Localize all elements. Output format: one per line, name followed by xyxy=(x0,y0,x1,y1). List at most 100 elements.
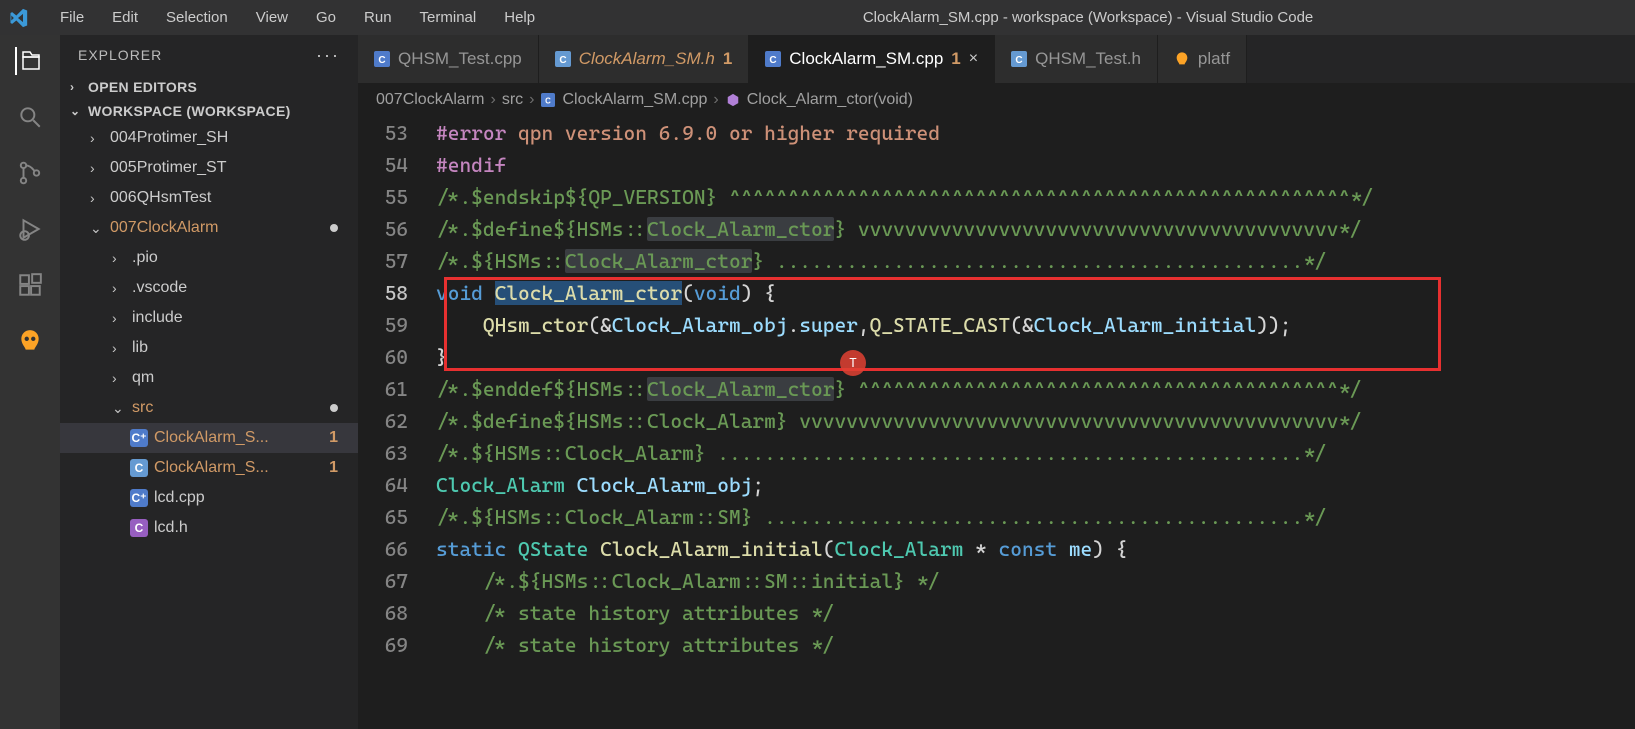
pio-file-icon xyxy=(1174,51,1190,67)
file-item[interactable]: CClockAlarm_S...1 xyxy=(60,453,358,483)
code-line[interactable]: 69 /* state history attributes */ xyxy=(358,629,1635,661)
folder-.pio[interactable]: ›.pio xyxy=(60,243,358,273)
sidebar-title: EXPLORER xyxy=(78,47,162,63)
menu-terminal[interactable]: Terminal xyxy=(406,4,491,31)
code-text[interactable]: /*.$define${HSMs::Clock_Alarm_ctor} vvvv… xyxy=(436,213,1635,245)
folder-005Protimer_ST[interactable]: ›005Protimer_ST xyxy=(60,153,358,183)
code-text[interactable]: /*.$define${HSMs::Clock_Alarm} vvvvvvvvv… xyxy=(436,405,1635,437)
tab-label: ClockAlarm_SM.cpp xyxy=(789,49,943,69)
chevron-right-icon: › xyxy=(112,280,128,296)
h-file-icon: C xyxy=(130,519,148,537)
search-icon[interactable] xyxy=(16,103,44,131)
code-text[interactable]: /*.${HSMs::Clock_Alarm::SM} ............… xyxy=(436,501,1635,533)
folder-qm[interactable]: ›qm xyxy=(60,363,358,393)
close-tab-icon[interactable]: × xyxy=(969,50,978,68)
code-line[interactable]: 62/*.$define${HSMs::Clock_Alarm} vvvvvvv… xyxy=(358,405,1635,437)
workspace-section[interactable]: ⌄ WORKSPACE (WORKSPACE) xyxy=(60,99,358,123)
folder-lib[interactable]: ›lib xyxy=(60,333,358,363)
sidebar-explorer: EXPLORER ··· › OPEN EDITORS ⌄ WORKSPACE … xyxy=(60,35,358,729)
activity-bar xyxy=(0,35,60,729)
code-text[interactable]: /* state history attributes */ xyxy=(436,597,1635,629)
chevron-right-icon: › xyxy=(112,310,128,326)
svg-text:C: C xyxy=(1015,55,1022,66)
editor-tabs: CQHSM_Test.cppCClockAlarm_SM.h1CClockAla… xyxy=(358,35,1635,83)
line-number: 62 xyxy=(358,405,436,437)
tab-clockalarm_sm-h[interactable]: CClockAlarm_SM.h1 xyxy=(539,35,750,83)
tab-qhsm_test-h[interactable]: C QHSM_Test.h xyxy=(995,35,1158,83)
code-line[interactable]: 57/*.${HSMs::Clock_Alarm_ctor} .........… xyxy=(358,245,1635,277)
code-line[interactable]: 61/*.$enddef${HSMs::Clock_Alarm_ctor} ^^… xyxy=(358,373,1635,405)
code-line[interactable]: 65/*.${HSMs::Clock_Alarm::SM} ..........… xyxy=(358,501,1635,533)
menu-edit[interactable]: Edit xyxy=(98,4,152,31)
code-line[interactable]: 63/*.${HSMs::Clock_Alarm} ..............… xyxy=(358,437,1635,469)
line-number: 67 xyxy=(358,565,436,597)
breadcrumb-item[interactable]: ClockAlarm_SM.cpp xyxy=(562,91,707,109)
code-text[interactable]: #endif xyxy=(436,149,1635,181)
folder-src[interactable]: ⌄src xyxy=(60,393,358,423)
folder-007ClockAlarm[interactable]: ⌄007ClockAlarm xyxy=(60,213,358,243)
more-actions-icon[interactable]: ··· xyxy=(316,45,340,66)
code-text[interactable]: /*.${HSMs::Clock_Alarm::SM::initial} */ xyxy=(436,565,1635,597)
explorer-icon[interactable] xyxy=(15,47,43,75)
folder-004Protimer_SH[interactable]: ›004Protimer_SH xyxy=(60,123,358,153)
tree-label: lib xyxy=(132,339,358,357)
code-editor[interactable]: T 53#error qpn version 6.9.0 or higher r… xyxy=(358,117,1635,729)
tab-label: QHSM_Test.h xyxy=(1035,49,1141,69)
code-text[interactable]: /*.${HSMs::Clock_Alarm} ................… xyxy=(436,437,1635,469)
menu-selection[interactable]: Selection xyxy=(152,4,242,31)
code-text[interactable]: void Clock_Alarm_ctor(void) { xyxy=(436,277,1635,309)
breadcrumb-item[interactable]: 007ClockAlarm xyxy=(376,91,484,109)
menu-go[interactable]: Go xyxy=(302,4,350,31)
code-line[interactable]: 64Clock_Alarm Clock_Alarm_obj; xyxy=(358,469,1635,501)
code-line[interactable]: 67 /*.${HSMs::Clock_Alarm::SM::initial} … xyxy=(358,565,1635,597)
code-text[interactable]: Clock_Alarm Clock_Alarm_obj; xyxy=(436,469,1635,501)
menu-file[interactable]: File xyxy=(46,4,98,31)
code-line[interactable]: 59 QHsm_ctor(&Clock_Alarm_obj.super,Q_ST… xyxy=(358,309,1635,341)
code-text[interactable]: } xyxy=(436,341,1635,373)
line-number: 60 xyxy=(358,341,436,373)
svg-text:C: C xyxy=(559,55,566,66)
breadcrumbs[interactable]: 007ClockAlarm › src › C ClockAlarm_SM.cp… xyxy=(358,83,1635,117)
code-line[interactable]: 56/*.$define${HSMs::Clock_Alarm_ctor} vv… xyxy=(358,213,1635,245)
chevron-down-icon: ⌄ xyxy=(90,220,106,237)
run-debug-icon[interactable] xyxy=(16,215,44,243)
code-line[interactable]: 60} xyxy=(358,341,1635,373)
menu-view[interactable]: View xyxy=(242,4,302,31)
tab-clockalarm_sm-cpp[interactable]: CClockAlarm_SM.cpp1× xyxy=(749,35,995,83)
tab-label: ClockAlarm_SM.h xyxy=(579,49,715,69)
tab-platf[interactable]: platf xyxy=(1158,35,1247,83)
code-text[interactable]: /*.$endskip${QP_VERSION} ^^^^^^^^^^^^^^^… xyxy=(436,181,1635,213)
code-text[interactable]: QHsm_ctor(&Clock_Alarm_obj.super,Q_STATE… xyxy=(436,309,1635,341)
code-text[interactable]: /*.$enddef${HSMs::Clock_Alarm_ctor} ^^^^… xyxy=(436,373,1635,405)
menu-run[interactable]: Run xyxy=(350,4,406,31)
menu-help[interactable]: Help xyxy=(490,4,549,31)
code-line[interactable]: 66static QState Clock_Alarm_initial(Cloc… xyxy=(358,533,1635,565)
breadcrumb-item[interactable]: Clock_Alarm_ctor(void) xyxy=(747,91,913,109)
folder-include[interactable]: ›include xyxy=(60,303,358,333)
file-item[interactable]: C⁺lcd.cpp xyxy=(60,483,358,513)
code-text[interactable]: /*.${HSMs::Clock_Alarm_ctor} ...........… xyxy=(436,245,1635,277)
code-line[interactable]: 55/*.$endskip${QP_VERSION} ^^^^^^^^^^^^^… xyxy=(358,181,1635,213)
file-item[interactable]: C⁺ClockAlarm_S...1 xyxy=(60,423,358,453)
source-control-icon[interactable] xyxy=(16,159,44,187)
chevron-down-icon: ⌄ xyxy=(70,104,84,118)
code-line[interactable]: 68 /* state history attributes */ xyxy=(358,597,1635,629)
code-line[interactable]: 53#error qpn version 6.9.0 or higher req… xyxy=(358,117,1635,149)
line-number: 53 xyxy=(358,117,436,149)
code-text[interactable]: static QState Clock_Alarm_initial(Clock_… xyxy=(436,533,1635,565)
extensions-icon[interactable] xyxy=(16,271,44,299)
folder-006QHsmTest[interactable]: ›006QHsmTest xyxy=(60,183,358,213)
c-file-icon: C xyxy=(1011,51,1027,67)
code-line[interactable]: 58void Clock_Alarm_ctor(void) { xyxy=(358,277,1635,309)
platformio-icon[interactable] xyxy=(16,327,44,355)
tree-label: 007ClockAlarm xyxy=(110,219,330,237)
open-editors-section[interactable]: › OPEN EDITORS xyxy=(60,75,358,99)
folder-.vscode[interactable]: ›.vscode xyxy=(60,273,358,303)
code-line[interactable]: 54#endif xyxy=(358,149,1635,181)
breadcrumb-item[interactable]: src xyxy=(502,91,523,109)
tab-qhsm_test-cpp[interactable]: CQHSM_Test.cpp xyxy=(358,35,539,83)
file-item[interactable]: Clcd.h xyxy=(60,513,358,543)
code-text[interactable]: #error qpn version 6.9.0 or higher requi… xyxy=(436,117,1635,149)
code-text[interactable]: /* state history attributes */ xyxy=(436,629,1635,661)
problem-badge: 1 xyxy=(329,429,358,447)
